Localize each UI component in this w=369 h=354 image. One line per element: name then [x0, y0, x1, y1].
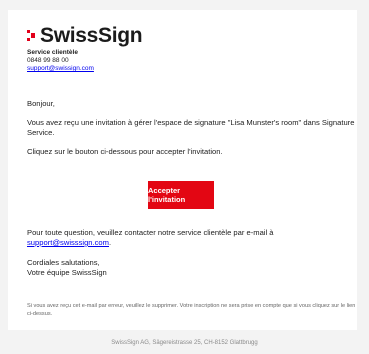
disclaimer: Si vous avez reçu cet e-mail par erreur,…	[27, 303, 356, 317]
email-card: SwissSign Service clientèle 0848 99 88 0…	[8, 10, 357, 330]
greeting: Bonjour,	[27, 99, 55, 108]
swisssign-logo: SwissSign	[27, 24, 143, 48]
accept-invitation-button[interactable]: Accepter l'invitation	[148, 181, 214, 209]
contact-phone: 0848 99 88 00	[27, 57, 69, 64]
brand-name: SwissSign	[40, 24, 143, 47]
questions-text: Pour toute question, veuillez contacter …	[27, 228, 357, 248]
questions-lead: Pour toute question, veuillez contacter …	[27, 228, 274, 237]
questions-suffix: .	[109, 238, 112, 247]
instruction-text: Cliquez sur le bouton ci-dessous pour ac…	[27, 147, 223, 156]
signature: Votre équipe SwissSign	[27, 268, 107, 277]
footer-address: SwissSign AG, Sägereistrasse 25, CH-8152…	[111, 340, 258, 346]
invitation-text: Vous avez reçu une invitation à gérer l'…	[27, 118, 355, 137]
contact-email-link[interactable]: support@swissign.com	[27, 65, 94, 72]
swisssign-logo-icon	[27, 27, 35, 45]
contact-block: Service clientèle 0848 99 88 00 support@…	[27, 49, 94, 73]
closing: Cordiales salutations,	[27, 258, 100, 267]
closing-block: Cordiales salutations, Votre équipe Swis…	[27, 258, 357, 278]
contact-label: Service clientèle	[27, 49, 78, 56]
support-email-link[interactable]: support@swisssign.com	[27, 238, 109, 247]
